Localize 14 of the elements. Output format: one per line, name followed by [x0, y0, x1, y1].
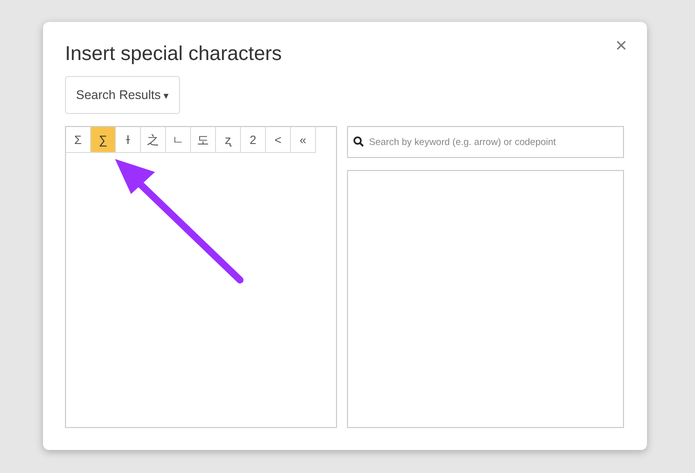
search-field[interactable]: Search by keyword (e.g. arrow) or codepoint: [347, 126, 624, 158]
dialog-title: Insert special characters: [65, 42, 282, 67]
character-button[interactable]: «: [291, 127, 316, 153]
category-dropdown[interactable]: Search Results ▾: [65, 76, 180, 114]
character-button[interactable]: 2: [241, 127, 266, 153]
character-button[interactable]: 도: [191, 127, 216, 153]
character-button[interactable]: ʐ: [216, 127, 241, 153]
character-button[interactable]: ∑: [91, 127, 116, 153]
character-button[interactable]: ㄴ: [166, 127, 191, 153]
close-button[interactable]: ×: [611, 34, 631, 58]
character-button[interactable]: <: [266, 127, 291, 153]
character-button[interactable]: 之: [141, 127, 166, 153]
character-button[interactable]: ɫ: [116, 127, 141, 153]
character-button[interactable]: Σ: [66, 127, 91, 153]
